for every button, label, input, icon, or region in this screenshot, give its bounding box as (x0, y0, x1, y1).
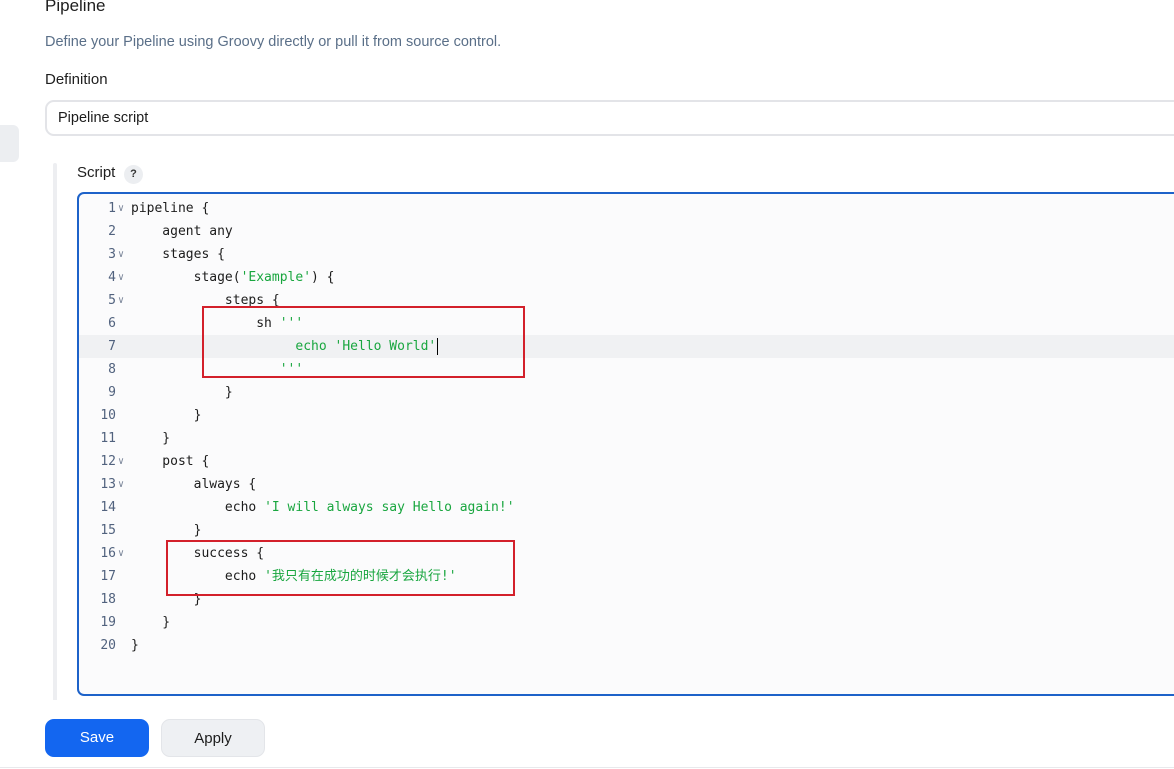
code-line[interactable]: 20} (79, 634, 1174, 657)
section-description: Define your Pipeline using Groovy direct… (45, 34, 502, 50)
code-text: echo 'I will always say Hello again!' (131, 500, 515, 515)
fold-chevron-icon[interactable]: ∨ (118, 266, 124, 289)
code-line[interactable]: 9 } (79, 381, 1174, 404)
annotation-box-success-block (166, 540, 515, 596)
code-line[interactable]: 13 ∨ always { (79, 473, 1174, 496)
nested-section-rule (53, 163, 57, 708)
script-editor[interactable]: 1 ∨ pipeline {2 agent any 3 ∨ stages {4 ∨ sta… (77, 192, 1174, 696)
code-text: pipeline { (131, 201, 210, 216)
string-literal: 'I will always say Hello again!' (264, 500, 515, 515)
definition-label: Definition (45, 71, 108, 88)
line-number: 18 (100, 592, 116, 607)
line-number: 6 (108, 316, 116, 331)
line-number: 2 (108, 224, 116, 239)
line-number: 16 (100, 546, 116, 561)
apply-button[interactable]: Apply (161, 719, 265, 757)
code-text: } (131, 523, 202, 538)
fold-chevron-icon[interactable]: ∨ (118, 542, 124, 565)
section-title: Pipeline (45, 0, 106, 15)
definition-select[interactable]: Pipeline script (45, 100, 1174, 136)
line-number: 20 (100, 638, 116, 653)
line-number: 3 (108, 247, 116, 262)
code-text: stages { (131, 247, 225, 262)
code-line[interactable]: 11 } (79, 427, 1174, 450)
line-number: 7 (108, 339, 116, 354)
code-text: always { (131, 477, 257, 492)
code-text: } (131, 638, 139, 653)
line-number: 19 (100, 615, 116, 630)
fold-chevron-icon[interactable]: ∨ (118, 243, 124, 266)
fold-chevron-icon[interactable]: ∨ (118, 289, 124, 312)
code-text: } (131, 408, 202, 423)
line-number: 17 (100, 569, 116, 584)
code-line[interactable]: 12 ∨ post { (79, 450, 1174, 473)
script-label: Script (77, 164, 116, 181)
line-number: 5 (108, 293, 116, 308)
code-line[interactable]: 3 ∨ stages { (79, 243, 1174, 266)
code-line[interactable]: 10 } (79, 404, 1174, 427)
help-icon[interactable]: ? (124, 165, 143, 184)
code-text: stage('Example') { (131, 270, 335, 285)
divider (0, 767, 1174, 768)
line-number: 11 (100, 431, 116, 446)
line-number: 12 (100, 454, 116, 469)
fold-chevron-icon[interactable]: ∨ (118, 197, 124, 220)
definition-select-value: Pipeline script (58, 110, 149, 126)
line-number: 15 (100, 523, 116, 538)
line-number: 8 (108, 362, 116, 377)
line-number: 10 (100, 408, 116, 423)
code-text: agent any (131, 224, 233, 239)
save-button[interactable]: Save (45, 719, 149, 757)
code-line[interactable]: 19 } (79, 611, 1174, 634)
fold-chevron-icon[interactable]: ∨ (118, 473, 124, 496)
line-number: 13 (100, 477, 116, 492)
code-text: } (131, 615, 171, 630)
code-line[interactable]: 15 } (79, 519, 1174, 542)
code-line[interactable]: 4 ∨ stage('Example') { (79, 266, 1174, 289)
code-text: } (131, 431, 171, 446)
line-number: 4 (108, 270, 116, 285)
code-text: post { (131, 454, 210, 469)
code-line[interactable]: 1 ∨ pipeline { (79, 197, 1174, 220)
line-number: 9 (108, 385, 116, 400)
pipeline-config-page: Pipeline Define your Pipeline using Groo… (0, 0, 1174, 769)
annotation-box-sh-block (202, 306, 525, 378)
code-text: } (131, 385, 233, 400)
line-number: 14 (100, 500, 116, 515)
code-line[interactable]: 14 echo 'I will always say Hello again!' (79, 496, 1174, 519)
string-literal: 'Example' (240, 270, 312, 285)
line-number: 1 (108, 201, 116, 216)
fold-chevron-icon[interactable]: ∨ (118, 450, 124, 473)
code-line[interactable]: 2 agent any (79, 220, 1174, 243)
sidebar-tab[interactable] (0, 125, 19, 162)
